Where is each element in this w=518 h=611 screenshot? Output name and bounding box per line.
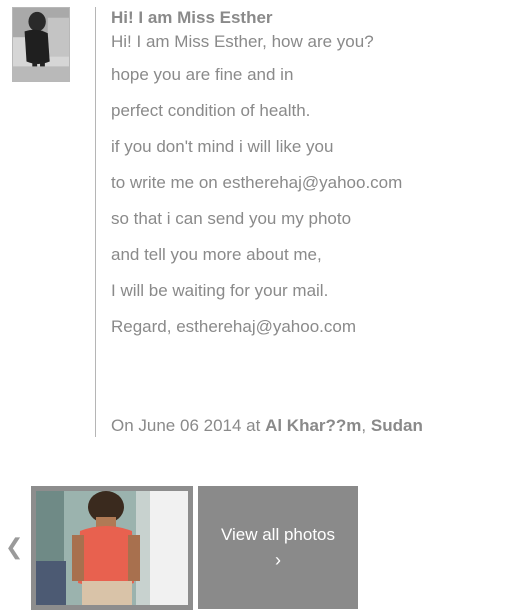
- chevron-left-icon[interactable]: ❮: [5, 535, 23, 559]
- message-line: to write me on estherehaj@yahoo.com: [111, 173, 403, 192]
- divider: [95, 7, 96, 437]
- avatar[interactable]: [12, 7, 70, 82]
- photo-thumbnail[interactable]: [31, 486, 193, 610]
- chevron-right-icon: ›: [275, 550, 281, 570]
- photo-image: [36, 491, 188, 605]
- message-title: Hi! I am Miss Esther: [111, 8, 273, 27]
- separator: ,: [361, 416, 367, 435]
- country-text: Sudan: [370, 416, 423, 435]
- view-all-label: View all photos: [220, 525, 336, 544]
- date-text: On June 06 2014 at: [111, 416, 261, 435]
- message-body: Hi! I am Miss Esther Hi! I am Miss Esthe…: [111, 7, 511, 345]
- message-line: Hi! I am Miss Esther, how are you?: [111, 32, 374, 51]
- message-line: so that i can send you my photo: [111, 209, 352, 228]
- message-page: Hi! I am Miss Esther Hi! I am Miss Esthe…: [0, 0, 518, 611]
- view-all-photos-button[interactable]: View all photos ›: [198, 486, 358, 609]
- message-line: hope you are fine and in: [111, 65, 294, 84]
- message-line: if you don't mind i will like you: [111, 137, 334, 156]
- city-text: Al Khar??m: [265, 416, 362, 435]
- message-line: and tell you more about me,: [111, 245, 322, 264]
- message-line: perfect condition of health.: [111, 101, 311, 120]
- message-meta: On June 06 2014 at Al Khar??m, Sudan: [111, 416, 423, 436]
- avatar-photo: [13, 8, 69, 81]
- message-line: I will be waiting for your mail.: [111, 281, 329, 300]
- message-line: Regard, estherehaj@yahoo.com: [111, 317, 357, 336]
